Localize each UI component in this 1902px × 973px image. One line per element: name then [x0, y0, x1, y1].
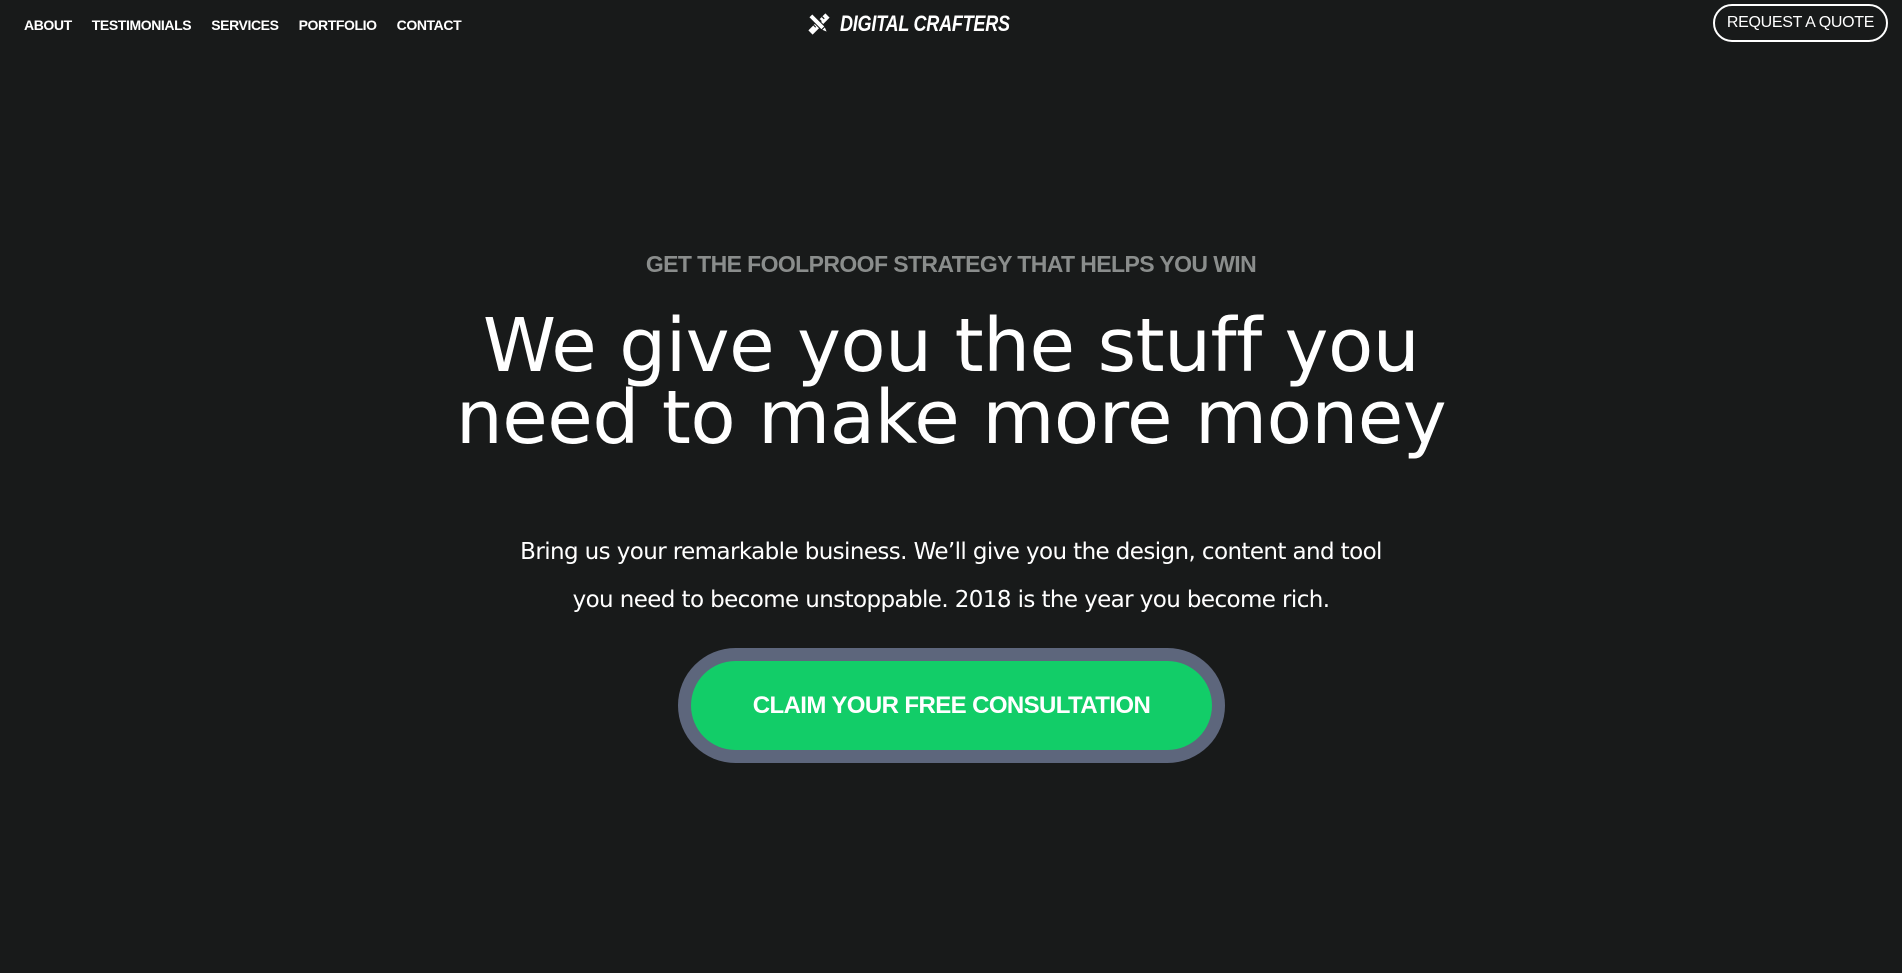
nav-item-contact[interactable]: CONTACT — [397, 16, 462, 34]
pencil-ruler-crossed-icon — [808, 13, 830, 35]
nav-item-services[interactable]: SERVICES — [211, 16, 279, 34]
claim-consultation-button[interactable]: CLAIM YOUR FREE CONSULTATION — [691, 661, 1212, 750]
cta-button-ring: CLAIM YOUR FREE CONSULTATION — [678, 648, 1225, 763]
subcopy-line: you need to become unstoppable. 2018 is … — [572, 587, 1330, 613]
main-nav: ABOUT TESTIMONIALS SERVICES PORTFOLIO CO… — [24, 16, 481, 34]
nav-item-portfolio[interactable]: PORTFOLIO — [299, 16, 377, 34]
nav-item-testimonials[interactable]: TESTIMONIALS — [92, 16, 192, 34]
subcopy-line: Bring us your remarkable business. We’ll… — [520, 539, 1382, 565]
request-quote-button[interactable]: REQUEST A QUOTE — [1713, 4, 1888, 42]
brand-name: DIGITAL CRAFTERS — [840, 11, 1010, 36]
hero-headline: We give you the stuff you need to make m… — [0, 303, 1902, 461]
brand-logo[interactable]: DIGITAL CRAFTERS — [806, 11, 1047, 37]
hero-eyebrow: GET THE FOOLPROOF STRATEGY THAT HELPS YO… — [645, 251, 1257, 277]
hero-subcopy: Bring us your remarkable business. We’ll… — [0, 528, 1902, 624]
landing-page: ABOUT TESTIMONIALS SERVICES PORTFOLIO CO… — [0, 0, 1902, 973]
headline-line: We give you the stuff you — [482, 303, 1420, 389]
headline-line: need to make more money — [455, 375, 1447, 461]
nav-item-about[interactable]: ABOUT — [24, 16, 72, 34]
